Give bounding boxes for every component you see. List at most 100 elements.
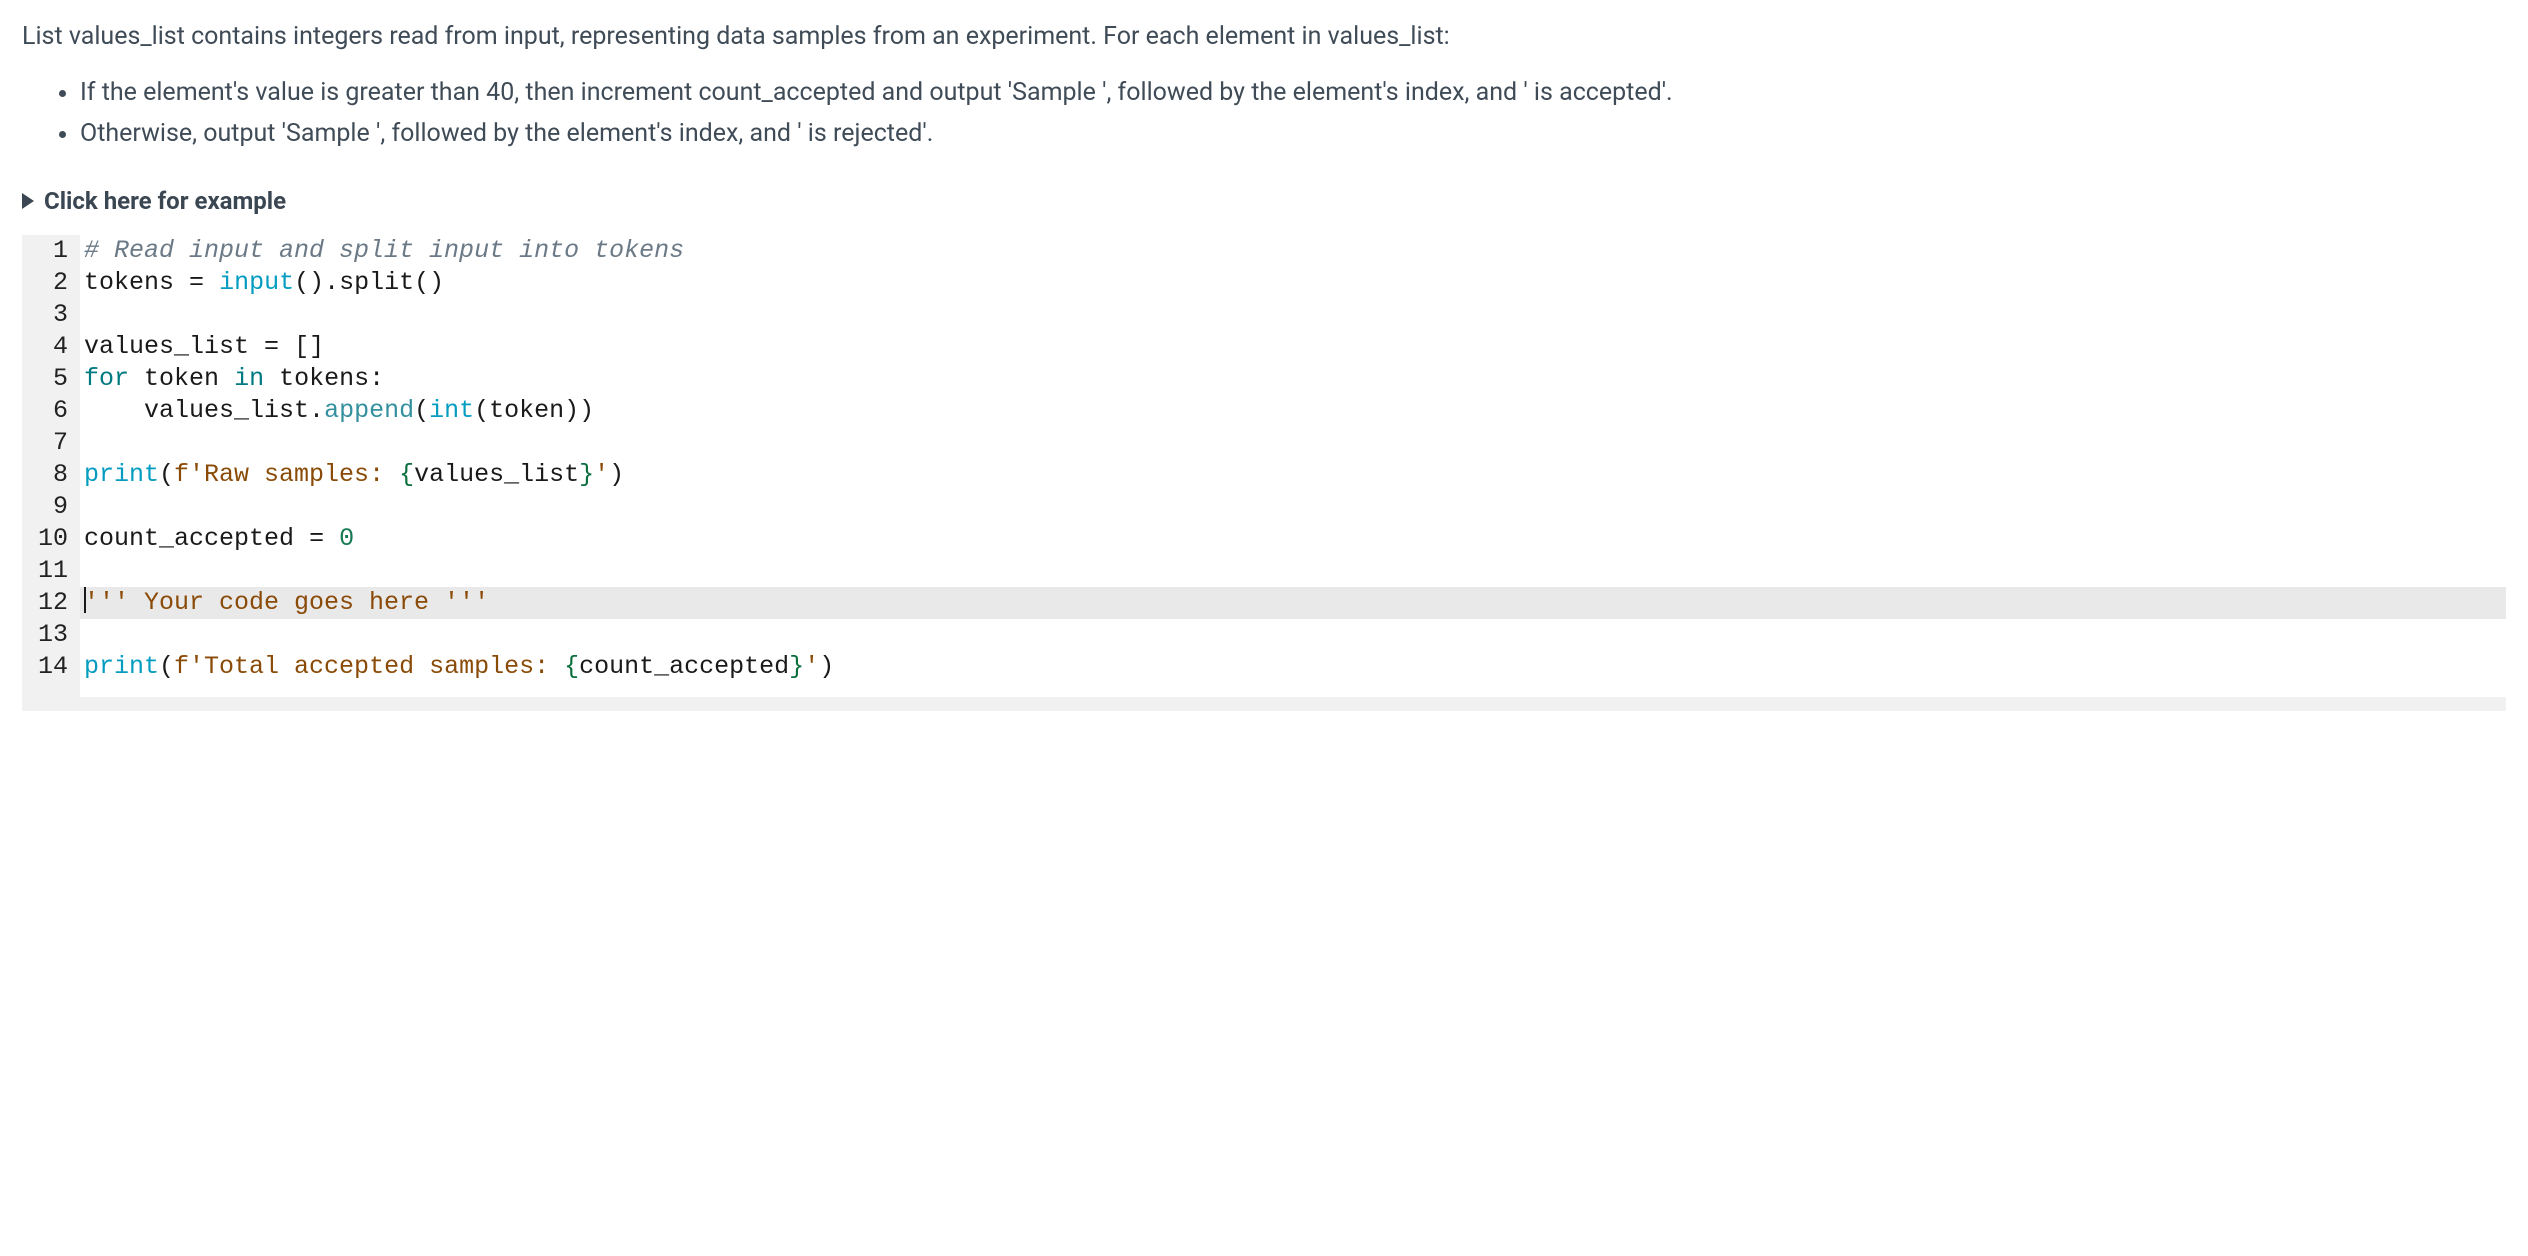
code-token	[219, 364, 234, 393]
code-tail	[22, 683, 2506, 697]
code-token: tokens	[84, 268, 174, 297]
code-token: # Read input and split input into tokens	[84, 236, 684, 265]
line-number: 7	[22, 427, 80, 459]
code-token: []	[294, 332, 324, 361]
code-token: token	[489, 396, 564, 425]
code-token: =	[189, 268, 204, 297]
line-number: 11	[22, 555, 80, 587]
triangle-right-icon	[22, 193, 34, 209]
code-content	[80, 427, 2506, 459]
code-line: 14print(f'Total accepted samples: {count…	[22, 651, 2506, 683]
code-token: '	[804, 652, 819, 681]
line-number: 9	[22, 491, 80, 523]
code-token: tokens	[279, 364, 369, 393]
code-editor[interactable]: 1# Read input and split input into token…	[22, 235, 2506, 711]
code-token: values_list	[84, 332, 249, 361]
code-token: 0	[339, 524, 354, 553]
code-token: ''' Your code goes here '''	[84, 588, 489, 617]
code-line: 6 values_list.append(int(token))	[22, 395, 2506, 427]
code-token	[294, 524, 309, 553]
code-token: }	[579, 460, 594, 489]
code-token: values_list	[414, 460, 579, 489]
code-content: print(f'Total accepted samples: {count_a…	[80, 651, 2506, 683]
code-token: (	[414, 396, 429, 425]
code-line: 11	[22, 555, 2506, 587]
code-token: )	[819, 652, 834, 681]
code-token: print	[84, 460, 159, 489]
code-token: input	[219, 268, 294, 297]
code-token: ))	[564, 396, 594, 425]
code-content	[80, 491, 2506, 523]
line-number: 6	[22, 395, 80, 427]
code-token: print	[84, 652, 159, 681]
code-content: # Read input and split input into tokens	[80, 235, 2506, 267]
code-line: 5for token in tokens:	[22, 363, 2506, 395]
code-token: )	[609, 460, 624, 489]
code-line: 9	[22, 491, 2506, 523]
code-token: =	[309, 524, 324, 553]
code-line: 3	[22, 299, 2506, 331]
line-number: 3	[22, 299, 80, 331]
code-line: 1# Read input and split input into token…	[22, 235, 2506, 267]
code-line: 10count_accepted = 0	[22, 523, 2506, 555]
code-content	[80, 619, 2506, 651]
example-toggle[interactable]: Click here for example	[22, 183, 2506, 219]
code-token: =	[264, 332, 279, 361]
code-token: .	[309, 396, 324, 425]
example-toggle-label: Click here for example	[44, 183, 286, 219]
code-token: token	[144, 364, 219, 393]
code-token	[84, 396, 144, 425]
code-token: count_accepted	[579, 652, 789, 681]
code-token	[129, 364, 144, 393]
code-token: (	[159, 652, 174, 681]
code-token: in	[234, 364, 264, 393]
code-token	[279, 332, 294, 361]
code-token: :	[369, 364, 384, 393]
code-line-editable[interactable]: 12''' Your code goes here '''	[22, 587, 2506, 619]
problem-bullets: If the element's value is greater than 4…	[22, 74, 2506, 153]
code-token: (	[474, 396, 489, 425]
code-token: values_list	[144, 396, 309, 425]
problem-bullet: If the element's value is greater than 4…	[80, 74, 2506, 112]
code-token: ()	[294, 268, 324, 297]
line-number: 2	[22, 267, 80, 299]
code-token	[324, 524, 339, 553]
code-line: 4values_list = []	[22, 331, 2506, 363]
code-token: {	[399, 460, 414, 489]
code-token: }	[789, 652, 804, 681]
code-content: values_list = []	[80, 331, 2506, 363]
line-number: 10	[22, 523, 80, 555]
code-token: int	[429, 396, 474, 425]
code-line: 7	[22, 427, 2506, 459]
problem-intro: List values_list contains integers read …	[22, 18, 2506, 56]
code-content[interactable]: ''' Your code goes here '''	[80, 587, 2506, 619]
code-token: f'Raw samples:	[174, 460, 399, 489]
code-line: 13	[22, 619, 2506, 651]
line-number: 5	[22, 363, 80, 395]
line-number: 12	[22, 587, 80, 619]
code-token: ()	[414, 268, 444, 297]
code-token	[249, 332, 264, 361]
code-token: for	[84, 364, 129, 393]
code-token: split	[339, 268, 414, 297]
code-token: (	[159, 460, 174, 489]
line-number: 1	[22, 235, 80, 267]
problem-statement: List values_list contains integers read …	[22, 18, 2506, 153]
line-number: 8	[22, 459, 80, 491]
code-line: 8print(f'Raw samples: {values_list}')	[22, 459, 2506, 491]
line-number: 13	[22, 619, 80, 651]
code-content	[80, 299, 2506, 331]
code-token	[174, 268, 189, 297]
code-content	[80, 555, 2506, 587]
code-content: print(f'Raw samples: {values_list}')	[80, 459, 2506, 491]
code-content: tokens = input().split()	[80, 267, 2506, 299]
code-token: f'Total accepted samples:	[174, 652, 564, 681]
code-token: count_accepted	[84, 524, 294, 553]
code-token: '	[594, 460, 609, 489]
code-content: values_list.append(int(token))	[80, 395, 2506, 427]
problem-bullet: Otherwise, output 'Sample ', followed by…	[80, 115, 2506, 153]
code-content: count_accepted = 0	[80, 523, 2506, 555]
code-line: 2tokens = input().split()	[22, 267, 2506, 299]
code-token	[264, 364, 279, 393]
code-content: for token in tokens:	[80, 363, 2506, 395]
